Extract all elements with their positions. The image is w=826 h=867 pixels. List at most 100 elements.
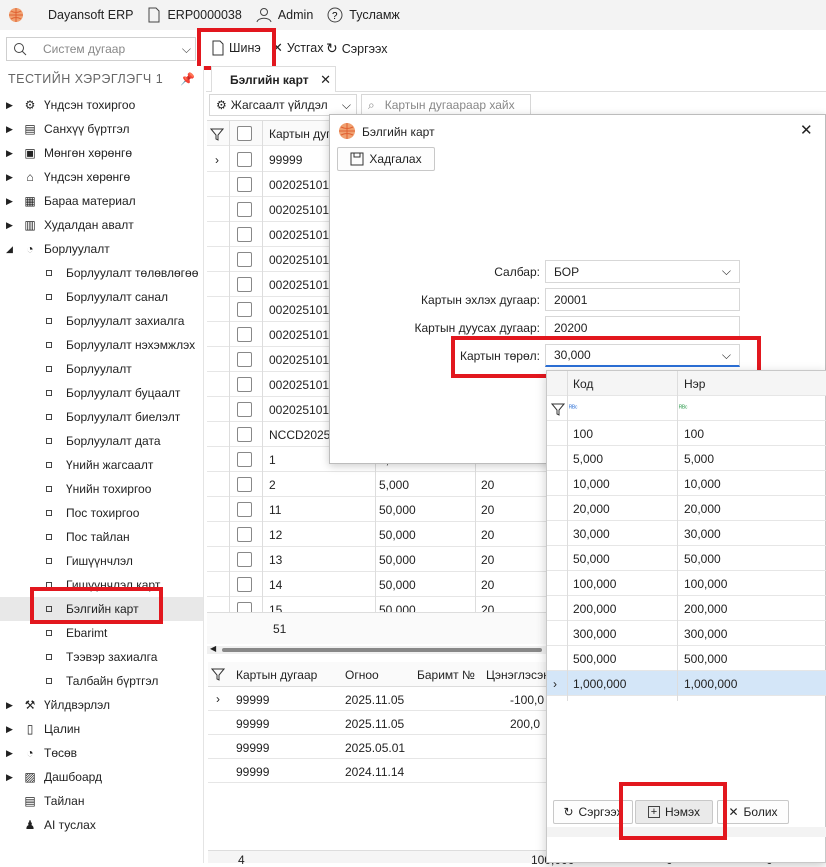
menu-icon: ◔ [26,746,34,760]
column-card-number[interactable]: Картын дугаар [236,668,317,682]
sidebar-subitem[interactable]: Талбайн бүртгэл [0,669,203,693]
dropdown-option[interactable]: 100 100 [547,421,826,446]
dropdown-option[interactable]: 5,000 5,000 [547,446,826,471]
dropdown-option[interactable]: › 1,000,000 1,000,000 [547,671,826,696]
sidebar-item[interactable]: ▶ ▯ Цалин [0,717,203,741]
menu-icon: ▨ [24,770,36,784]
system-search-input[interactable]: Систем дугаар ⌵ [6,37,196,61]
help-menu[interactable]: ? Тусламж [327,7,400,23]
sidebar-item[interactable]: ▶ ▦ Бараа материал [0,189,203,213]
save-button[interactable]: Хадгалах [337,147,435,171]
sidebar-subitem[interactable]: Борлуулалт төлөвлөгөө [0,261,203,285]
doc-code[interactable]: ERP0000038 [147,7,242,23]
list-actions-dropdown[interactable]: ⚙ Жагсаалт үйлдэл ⌵ [209,94,357,116]
sidebar-subitem[interactable]: Борлуулалт буцаалт [0,381,203,405]
horizontal-scrollbar[interactable]: ◀ [207,644,547,654]
start-number-input[interactable]: 20001 [545,288,740,311]
popup-cancel-button[interactable]: ✕ Болих [717,800,789,824]
filter-icon[interactable] [210,667,226,684]
dropdown-option[interactable]: 100,000 100,000 [547,571,826,596]
sidebar-item[interactable]: ▶ ▥ Худалдан авалт [0,213,203,237]
column-name[interactable]: Нэр [684,371,705,396]
filter-icon[interactable] [210,121,224,146]
refresh-button[interactable]: ↻ Сэргээх [326,40,388,57]
close-icon[interactable]: ✕ [800,121,813,139]
row-checkbox[interactable] [237,252,252,267]
row-checkbox[interactable] [237,427,252,442]
row-checkbox[interactable] [237,577,252,592]
menu-icon: ▤ [24,122,36,136]
row-checkbox[interactable] [237,527,252,542]
column-charged[interactable]: Цэнэглэсэн [486,668,550,682]
table-row[interactable]: 99999 2025.05.01 [208,735,548,759]
row-checkbox[interactable] [237,202,252,217]
sidebar-item[interactable]: ▶ ⚒ Үйлдвэрлэл [0,693,203,717]
row-checkbox[interactable] [237,277,252,292]
sidebar-subitem[interactable]: Үнийн жагсаалт [0,453,203,477]
sidebar-item[interactable]: ▶ ▤ Санхүү бүртгэл [0,117,203,141]
sidebar-item[interactable]: ▶ ⌂ Үндсэн хөрөнгө [0,165,203,189]
table-row[interactable]: 11 50,000 20 [207,497,547,522]
text-filter-icon[interactable]: ᴿᴮᶜ [679,396,688,421]
sidebar-item[interactable]: ▤ Тайлан [0,789,203,813]
dropdown-option[interactable]: 500,000 500,000 [547,646,826,671]
text-filter-icon[interactable]: ᴿᴮᶜ [569,396,578,421]
card-search-input[interactable]: ⌕ Картын дугаараар хайх [361,94,531,116]
pin-icon[interactable]: 📌 [180,72,195,86]
sidebar-subitem[interactable]: Үнийн тохиргоо [0,477,203,501]
sidebar-subitem[interactable]: Борлуулалт санал [0,285,203,309]
row-checkbox[interactable] [237,477,252,492]
sidebar-subitem[interactable]: Пос тайлан [0,525,203,549]
branch-select[interactable]: БОР ⌵ [545,260,740,283]
sidebar-subitem[interactable]: Борлуулалт нэхэмжлэх [0,333,203,357]
sidebar-subitem[interactable]: Борлуулалт дата [0,429,203,453]
sidebar-subitem[interactable]: Ebarimt [0,621,203,645]
dropdown-option[interactable]: 30,000 30,000 [547,521,826,546]
sidebar-item[interactable]: ♟ AI туслах [0,813,203,837]
sidebar-subitem[interactable]: Борлуулалт биелэлт [0,405,203,429]
sidebar-subitem[interactable]: Тээвэр захиалга [0,645,203,669]
column-doc-number[interactable]: Баримт № [417,668,475,682]
row-checkbox[interactable] [237,327,252,342]
row-checkbox[interactable] [237,502,252,517]
row-checkbox[interactable] [237,452,252,467]
delete-button[interactable]: ✕ Устгах [272,40,323,56]
sidebar-item[interactable]: ▶ ◔ Төсөв [0,741,203,765]
table-row[interactable]: 99999 2025.11.05 200,0 [208,711,548,735]
column-code[interactable]: Код [573,371,593,396]
row-checkbox[interactable] [237,402,252,417]
row-checkbox[interactable] [237,552,252,567]
row-checkbox[interactable] [237,177,252,192]
select-all-checkbox[interactable] [237,126,252,141]
table-row[interactable]: 99999 2024.11.14 [208,759,548,783]
table-row[interactable]: 13 50,000 20 [207,547,547,572]
tab-gift-card[interactable]: Бэлгийн карт ✕ [211,66,336,92]
sidebar-item[interactable]: ◢ ◔ Борлуулалт [0,237,203,261]
row-checkbox[interactable] [237,377,252,392]
dropdown-option[interactable]: 20,000 20,000 [547,496,826,521]
filter-icon[interactable] [551,396,565,421]
row-checkbox[interactable] [237,352,252,367]
column-date[interactable]: Огноо [345,668,379,682]
sidebar-item[interactable]: ▶ ▨ Дашбоард [0,765,203,789]
close-icon[interactable]: ✕ [320,72,331,88]
row-checkbox[interactable] [237,227,252,242]
row-checkbox[interactable] [237,152,252,167]
sidebar-subitem[interactable]: Борлуулалт [0,357,203,381]
dropdown-option[interactable]: 200,000 200,000 [547,596,826,621]
sidebar-subitem[interactable]: Гишүүнчлэл [0,549,203,573]
dropdown-option[interactable]: 10,000 10,000 [547,471,826,496]
table-row[interactable]: › 99999 2025.11.05 -100,0 [208,687,548,711]
user-menu[interactable]: Admin [256,7,313,23]
sidebar-subitem[interactable]: Пос тохиргоо [0,501,203,525]
table-row[interactable]: 12 50,000 20 [207,522,547,547]
sidebar-subitem[interactable]: Борлуулалт захиалга [0,309,203,333]
sidebar-item[interactable]: ▶ ⚙ Үндсэн тохиргоо [0,93,203,117]
row-checkbox[interactable] [237,302,252,317]
table-row[interactable]: 2 5,000 20 [207,472,547,497]
table-row[interactable]: 14 50,000 20 [207,572,547,597]
sidebar-item[interactable]: ▶ ▣ Мөнгөн хөрөнгө [0,141,203,165]
chevron-down-icon[interactable]: ⌵ [182,42,191,57]
dropdown-option[interactable]: 300,000 300,000 [547,621,826,646]
dropdown-option[interactable]: 50,000 50,000 [547,546,826,571]
